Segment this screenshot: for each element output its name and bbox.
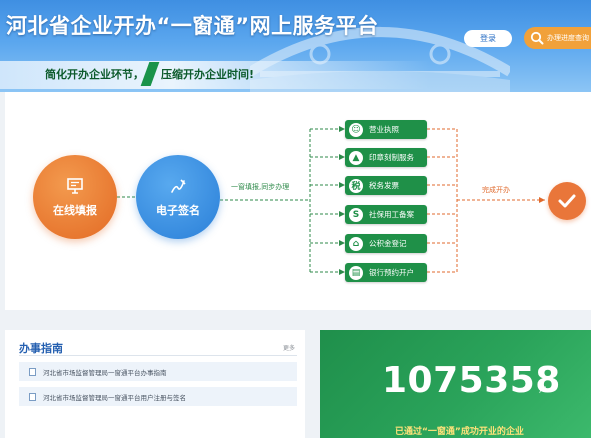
site-title: 河北省企业开办“一窗通”网上服务平台: [6, 14, 379, 38]
document-icon: [29, 367, 36, 376]
guide-item[interactable]: 河北省市场监督管理局一窗通平台办事指南: [19, 362, 297, 381]
progress-query-label: 办理进度查询: [547, 34, 589, 42]
stamp-icon: ▲: [349, 150, 363, 165]
service-housing-fund[interactable]: ⌂ 公积金登记: [345, 234, 427, 253]
social-security-icon: S: [349, 207, 363, 222]
guide-item[interactable]: 河北省市场监督管理局一窗通平台用户注册与签名: [19, 387, 297, 406]
license-icon: ☺: [349, 122, 363, 137]
step-e-signature[interactable]: 电子签名: [136, 155, 220, 239]
search-icon: [530, 31, 544, 45]
page: 河北省企业开办“一窗通”网上服务平台 登录 办理进度查询 简化开办企业环节， 压…: [0, 0, 591, 438]
tax-icon: 税: [349, 178, 363, 193]
service-tax-invoice[interactable]: 税 税务发票: [345, 176, 427, 195]
guide-more-link[interactable]: 更多: [283, 343, 295, 352]
service-label: 税务发票: [369, 181, 399, 190]
progress-query-button[interactable]: 办理进度查询: [524, 27, 591, 49]
process-flow-panel: 在线填报 电子签名 一窗填报,同步办理 ☺ 营业执照 ▲ 印章刻制服务 税 税务…: [5, 92, 591, 310]
slogan-left: 简化开办企业环节，: [45, 68, 144, 81]
flow-done-label: 完成开办: [482, 186, 510, 194]
guide-panel: 办事指南 更多 河北省市场监督管理局一窗通平台办事指南 河北省市场监督管理局一窗…: [5, 330, 305, 438]
service-label: 公积金登记: [369, 239, 407, 248]
flow-middle-label: 一窗填报,同步办理: [231, 183, 290, 191]
monitor-icon: [67, 178, 83, 194]
completion-check: [548, 182, 586, 220]
house-icon: ⌂: [349, 236, 363, 251]
enterprise-count: 1075358: [382, 360, 561, 401]
service-label: 银行预约开户: [369, 268, 414, 277]
step-online-fill[interactable]: 在线填报: [33, 155, 117, 239]
guide-item-label: 河北省市场监督管理局一窗通平台用户注册与签名: [43, 393, 186, 402]
service-social-insurance[interactable]: S 社保用工备案: [345, 205, 427, 224]
service-label: 社保用工备案: [369, 210, 414, 219]
guide-divider: [19, 355, 297, 356]
signature-pen-icon: [171, 179, 186, 193]
enterprise-count-unit: 户: [539, 385, 547, 394]
enterprise-stats-panel: 1075358 户 已通过“一窗通”成功开业的企业: [320, 330, 591, 438]
header-banner: 河北省企业开办“一窗通”网上服务平台 登录 办理进度查询 简化开办企业环节， 压…: [0, 0, 591, 92]
document-icon: [29, 392, 36, 401]
guide-title: 办事指南: [19, 342, 63, 355]
service-label: 营业执照: [369, 125, 399, 134]
service-seal-engraving[interactable]: ▲ 印章刻制服务: [345, 148, 427, 167]
service-business-license[interactable]: ☺ 营业执照: [345, 120, 427, 139]
step-e-signature-label: 电子签名: [156, 204, 200, 217]
bank-icon: ▤: [349, 265, 363, 280]
step-online-fill-label: 在线填报: [53, 204, 97, 217]
guide-item-label: 河北省市场监督管理局一窗通平台办事指南: [43, 368, 167, 377]
check-icon: [558, 194, 576, 208]
enterprise-count-caption: 已通过“一窗通”成功开业的企业: [395, 427, 524, 437]
service-label: 印章刻制服务: [369, 153, 414, 162]
slogan-right: 压缩开办企业时间!: [161, 68, 255, 81]
service-bank-account[interactable]: ▤ 银行预约开户: [345, 263, 427, 282]
login-button[interactable]: 登录: [464, 30, 512, 47]
